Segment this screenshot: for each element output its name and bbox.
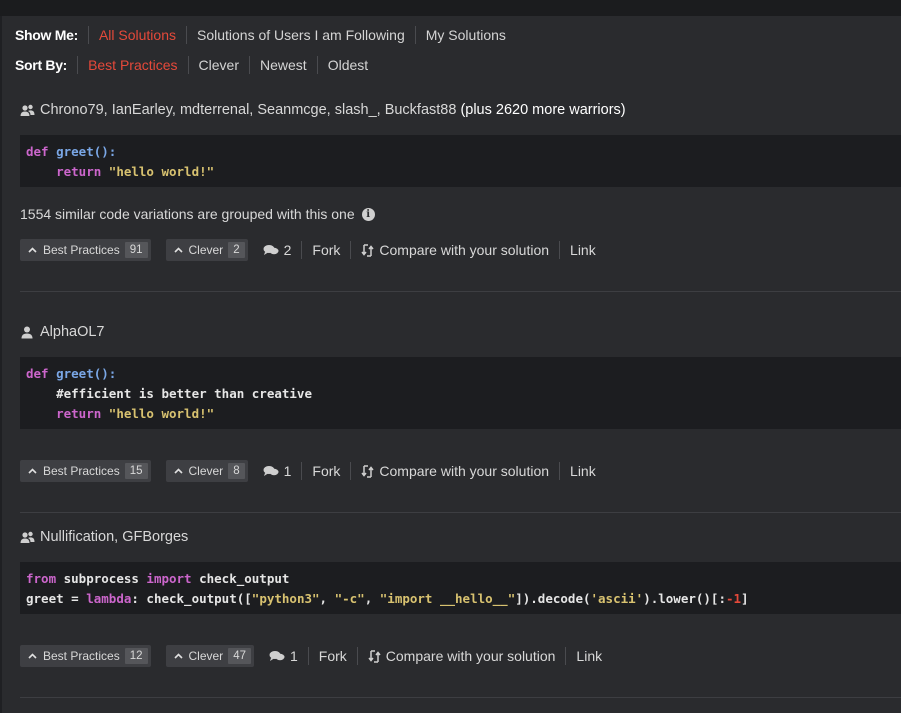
chevron-up-icon xyxy=(173,468,183,474)
divider xyxy=(20,291,901,292)
clever-vote-button[interactable]: Clever 8 xyxy=(165,460,248,482)
sort-clever[interactable]: Clever xyxy=(187,56,249,74)
best-practices-label: Best Practices xyxy=(43,243,120,257)
compare-label: Compare with your solution xyxy=(379,463,550,479)
comments-button[interactable]: 1 xyxy=(269,647,308,665)
sort-newest[interactable]: Newest xyxy=(249,56,317,74)
best-practices-label: Best Practices xyxy=(43,649,120,663)
chevron-up-icon xyxy=(173,247,183,253)
fork-button[interactable]: Fork xyxy=(307,647,357,665)
solution-actions: Best Practices 91 Clever 2 2 Fork Compar… xyxy=(20,239,606,261)
comments-icon xyxy=(263,465,279,476)
clever-count: 2 xyxy=(228,242,245,258)
clever-count: 47 xyxy=(228,648,251,664)
chevron-up-icon xyxy=(28,653,37,659)
clever-vote-button[interactable]: Clever 47 xyxy=(165,645,254,667)
solution-actions: Best Practices 15 Clever 8 1 Fork Compar… xyxy=(20,460,606,482)
chevron-up-icon xyxy=(28,468,37,474)
best-practices-count: 91 xyxy=(124,242,148,258)
link-button[interactable]: Link xyxy=(565,647,612,665)
author-names[interactable]: Nullification, GFBorges xyxy=(40,529,188,545)
user-icon xyxy=(21,326,33,339)
link-button[interactable]: Link xyxy=(559,241,606,259)
compare-icon xyxy=(361,464,374,478)
compare-button[interactable]: Compare with your solution xyxy=(356,647,566,665)
code-block: def greet(): #efficient is better than c… xyxy=(20,357,901,429)
solution-authors: AlphaOL7 xyxy=(20,322,105,342)
best-practices-count: 15 xyxy=(124,463,148,479)
clever-label: Clever xyxy=(188,243,224,257)
best-practices-vote-button[interactable]: Best Practices 12 xyxy=(20,645,151,667)
link-button[interactable]: Link xyxy=(559,462,606,480)
solution-authors: Chrono79, IanEarley, mdterrenal, Seanmcg… xyxy=(20,100,626,120)
code-line: def greet(): xyxy=(26,144,117,159)
fork-button[interactable]: Fork xyxy=(301,241,350,259)
compare-icon xyxy=(368,649,381,663)
compare-button[interactable]: Compare with your solution xyxy=(350,241,559,259)
users-icon xyxy=(20,531,35,543)
code-line: def greet(): xyxy=(26,366,117,381)
filter-following[interactable]: Solutions of Users I am Following xyxy=(185,26,415,44)
chevron-up-icon xyxy=(173,653,183,659)
filter-all-solutions[interactable]: All Solutions xyxy=(87,26,186,44)
best-practices-vote-button[interactable]: Best Practices 91 xyxy=(20,239,151,261)
code-block: def greet(): return "hello world!" xyxy=(20,135,901,187)
author-names[interactable]: Chrono79, IanEarley, mdterrenal, Seanmcg… xyxy=(40,102,456,118)
filter-my-solutions[interactable]: My Solutions xyxy=(414,26,516,44)
comments-button[interactable]: 2 xyxy=(263,241,302,259)
show-me-label: Show Me: xyxy=(15,27,78,43)
solution-authors: Nullification, GFBorges xyxy=(20,527,188,547)
clever-label: Clever xyxy=(188,649,224,663)
comments-count: 1 xyxy=(289,648,298,664)
clever-label: Clever xyxy=(188,464,224,478)
code-line: #efficient is better than creative xyxy=(26,386,312,401)
compare-label: Compare with your solution xyxy=(385,648,556,664)
author-names[interactable]: AlphaOL7 xyxy=(40,324,105,340)
show-me-filter: Show Me: All Solutions Solutions of User… xyxy=(15,25,516,45)
fork-button[interactable]: Fork xyxy=(301,462,350,480)
comments-button[interactable]: 1 xyxy=(263,462,302,480)
info-icon[interactable]: i xyxy=(361,207,375,221)
clever-count: 8 xyxy=(228,463,245,479)
compare-button[interactable]: Compare with your solution xyxy=(350,462,559,480)
code-line: return "hello world!" xyxy=(56,164,215,179)
users-icon xyxy=(20,104,35,116)
comments-count: 1 xyxy=(283,463,292,479)
comments-count: 2 xyxy=(283,242,292,258)
divider xyxy=(20,512,901,513)
solution-actions: Best Practices 12 Clever 47 1 Fork Compa… xyxy=(20,645,612,667)
top-strip xyxy=(0,0,901,16)
best-practices-label: Best Practices xyxy=(43,464,120,478)
grouped-text: 1554 similar code variations are grouped… xyxy=(20,206,355,222)
sort-by-label: Sort By: xyxy=(15,57,68,73)
clever-vote-button[interactable]: Clever 2 xyxy=(165,239,248,261)
code-line: from subprocess import check_output xyxy=(26,571,290,586)
sort-oldest[interactable]: Oldest xyxy=(316,56,378,74)
chevron-up-icon xyxy=(28,247,37,253)
sort-best-practices[interactable]: Best Practices xyxy=(77,56,187,74)
best-practices-vote-button[interactable]: Best Practices 15 xyxy=(20,460,151,482)
best-practices-count: 12 xyxy=(124,648,148,664)
divider xyxy=(20,697,901,698)
comments-icon xyxy=(269,650,285,661)
page: Show Me: All Solutions Solutions of User… xyxy=(0,0,901,713)
grouped-variations: 1554 similar code variations are grouped… xyxy=(20,204,375,224)
more-warriors[interactable]: (plus 2620 more warriors) xyxy=(460,102,625,118)
compare-label: Compare with your solution xyxy=(379,242,550,258)
compare-icon xyxy=(361,243,374,257)
comments-icon xyxy=(263,244,279,255)
solutions-panel: Show Me: All Solutions Solutions of User… xyxy=(2,16,901,713)
code-line: greet = lambda: check_output(["python3",… xyxy=(26,591,749,606)
sort-by-filter: Sort By: Best Practices Clever Newest Ol… xyxy=(15,55,378,75)
code-line: return "hello world!" xyxy=(56,406,215,421)
code-block: from subprocess import check_output gree… xyxy=(20,562,901,614)
